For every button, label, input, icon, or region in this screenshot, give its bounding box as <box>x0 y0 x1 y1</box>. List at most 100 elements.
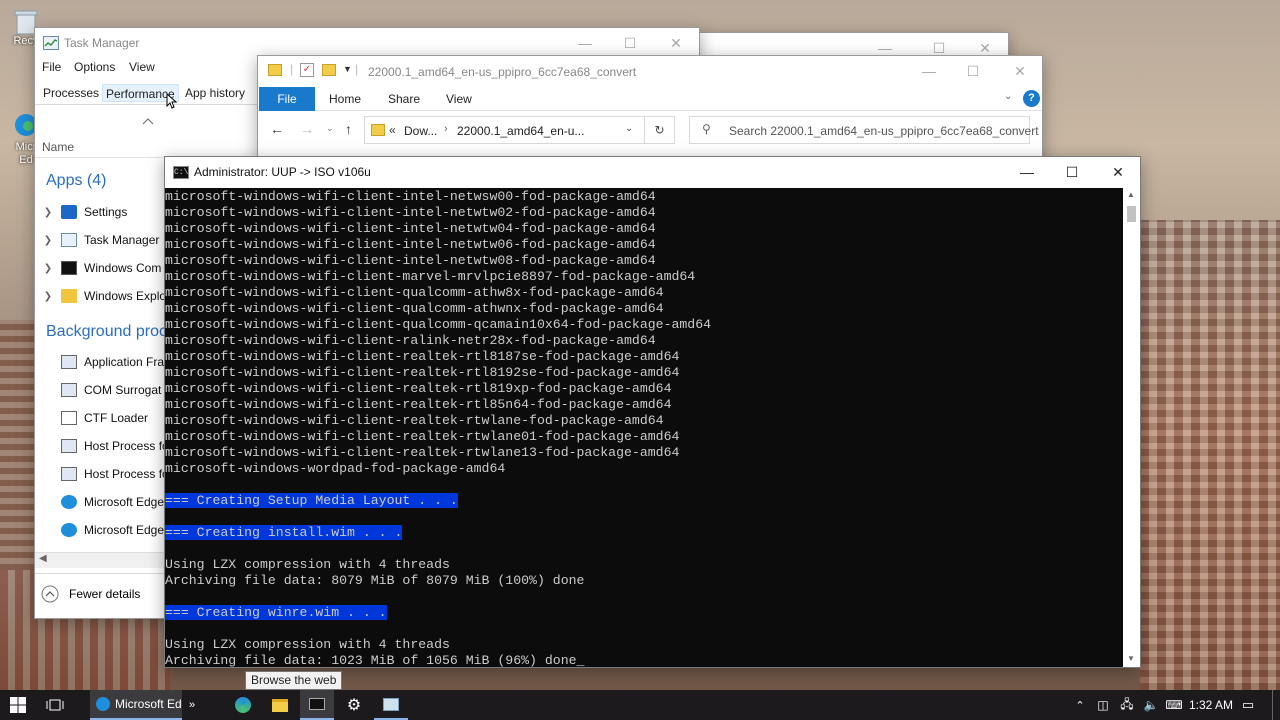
up-arrow-icon[interactable]: ↑ <box>345 121 352 137</box>
expand-chevron-icon[interactable]: ❯ <box>35 291 61 302</box>
process-row[interactable]: ❯ Task Manager <box>35 226 175 254</box>
process-name: Windows Com <box>84 261 162 275</box>
task-manager-icon <box>61 233 77 247</box>
tab-app-history[interactable]: App history <box>182 84 248 102</box>
process-row[interactable]: ❯ Windows Com <box>35 254 175 282</box>
back-arrow-icon[interactable]: ← <box>270 121 284 137</box>
close-button[interactable]: ✕ <box>997 56 1042 86</box>
process-name: Application Fra <box>84 355 165 369</box>
cmd-titlebar[interactable]: C:\ Administrator: UUP -> ISO v106u — ☐ … <box>165 157 1140 188</box>
minimize-button[interactable]: — <box>1004 157 1050 187</box>
console-line: microsoft-windows-wifi-client-intel-netw… <box>165 237 656 252</box>
process-row[interactable]: Microsoft Edge <box>35 488 175 516</box>
maximize-button[interactable]: ☐ <box>1049 157 1095 187</box>
fewer-details-button[interactable]: Fewer details <box>41 585 140 603</box>
address-bar[interactable]: « Dow... › 22000.1_amd64_en-u... ⌄ <box>364 116 645 144</box>
ribbon-tab-view[interactable]: View <box>446 92 472 106</box>
process-row[interactable]: Host Process fo <box>35 432 175 460</box>
forward-arrow-icon[interactable]: → <box>300 121 314 137</box>
quick-access-dropdown-icon[interactable]: ▼ <box>343 64 352 74</box>
network-icon[interactable]: 🖧 <box>1116 690 1138 720</box>
process-row[interactable]: ❯ Windows Explo <box>35 282 175 310</box>
address-row: ← → ⌄ ↑ « Dow... › 22000.1_amd64_en-u...… <box>258 112 1042 150</box>
properties-checkbox-icon[interactable]: ✓ <box>300 63 314 77</box>
background-group-header: Background proc <box>46 323 167 340</box>
expand-chevron-icon[interactable]: ❯ <box>35 207 61 218</box>
search-box[interactable]: ⚲ Search 22000.1_amd64_en-us_ppipro_6cc7… <box>689 116 1039 144</box>
refresh-button[interactable]: ↻ <box>645 116 675 144</box>
close-button[interactable]: ✕ <box>653 28 699 58</box>
fewer-details-label: Fewer details <box>69 587 141 601</box>
sort-chevron-up-icon[interactable] <box>142 117 154 125</box>
breadcrumb-parent[interactable]: Dow... <box>404 124 437 138</box>
taskbar-settings[interactable]: ⚙ <box>337 690 371 720</box>
expand-chevron-icon[interactable]: ❯ <box>35 263 61 274</box>
console-output[interactable]: microsoft-windows-wifi-client-intel-netw… <box>165 188 1125 667</box>
console-line: microsoft-windows-wifi-client-intel-netw… <box>165 205 656 220</box>
horizontal-scrollbar[interactable]: ◀ <box>35 552 175 568</box>
console-line: Using LZX compression with 4 threads <box>165 557 450 572</box>
chevron-right-icon[interactable]: » <box>183 690 201 720</box>
show-desktop-button[interactable] <box>1272 690 1280 720</box>
command-prompt-icon <box>61 261 77 275</box>
process-name: Windows Explo <box>84 289 167 303</box>
process-row[interactable]: ❯ Settings <box>35 198 175 226</box>
column-header-name[interactable]: Name <box>42 140 74 154</box>
console-line: microsoft-windows-wifi-client-realtek-rt… <box>165 429 680 444</box>
command-prompt-window[interactable]: C:\ Administrator: UUP -> ISO v106u — ☐ … <box>164 156 1141 668</box>
close-button[interactable]: ✕ <box>1095 157 1140 187</box>
task-view-button[interactable] <box>38 690 72 720</box>
process-row[interactable]: COM Surrogat <box>35 376 175 404</box>
chevron-up-circle-icon <box>41 585 59 603</box>
show-hidden-icons-chevron-icon[interactable]: ⌃ <box>1070 690 1090 720</box>
breadcrumb-current[interactable]: 22000.1_amd64_en-u... <box>457 124 584 138</box>
process-row[interactable]: Application Fra <box>35 348 175 376</box>
console-line: microsoft-windows-wordpad-fod-package-am… <box>165 461 506 476</box>
ribbon-tab-file[interactable]: File <box>259 87 315 111</box>
vertical-scrollbar[interactable]: ▲ ▼ <box>1123 188 1140 667</box>
scroll-up-icon[interactable]: ▲ <box>1127 190 1135 199</box>
maximize-button[interactable]: ☐ <box>607 28 653 58</box>
volume-icon[interactable]: 🔈 <box>1140 690 1162 720</box>
app-frame-icon <box>61 355 77 369</box>
app-frame-icon <box>61 467 77 481</box>
task-manager-icon <box>383 697 399 711</box>
tab-processes[interactable]: Processes <box>40 84 102 102</box>
ribbon-tab-home[interactable]: Home <box>329 92 361 106</box>
scroll-down-icon[interactable]: ▼ <box>1127 654 1135 663</box>
clock[interactable]: 1:32 AM <box>1188 690 1234 720</box>
start-button[interactable] <box>0 690 36 720</box>
task-view-icon <box>46 699 64 711</box>
action-center-icon[interactable]: ▭ <box>1236 690 1260 720</box>
expand-chevron-icon[interactable]: ❯ <box>35 235 61 246</box>
console-line: microsoft-windows-wifi-client-realtek-rt… <box>165 365 680 380</box>
menu-file[interactable]: File <box>42 60 61 74</box>
taskbar-edge-label: Microsoft Ed <box>115 697 182 711</box>
scrollbar-thumb[interactable] <box>1127 206 1136 222</box>
minimize-button[interactable]: — <box>562 28 608 58</box>
ribbon-expand-chevron-icon[interactable]: ⌄ <box>1004 91 1012 102</box>
process-row[interactable]: Microsoft Edge <box>35 516 175 544</box>
taskbar-edge-pinned[interactable] <box>226 690 260 720</box>
tray-camera-icon[interactable]: ◫ <box>1092 690 1114 720</box>
scroll-left-icon[interactable]: ◀ <box>39 553 47 564</box>
taskbar-edge-button[interactable]: Microsoft Ed <box>90 690 182 720</box>
process-row[interactable]: Host Process fo <box>35 460 175 488</box>
maximize-button[interactable]: ☐ <box>950 56 996 86</box>
ribbon-tab-share[interactable]: Share <box>388 92 420 106</box>
help-icon[interactable]: ? <box>1023 90 1040 107</box>
new-folder-icon[interactable] <box>322 64 336 76</box>
taskbar-task-manager[interactable] <box>374 690 408 720</box>
minimize-button[interactable]: — <box>906 56 952 86</box>
console-line: microsoft-windows-wifi-client-intel-netw… <box>165 221 656 236</box>
taskbar-file-explorer[interactable] <box>263 690 297 720</box>
process-row[interactable]: CTF Loader <box>35 404 175 432</box>
taskbar-command-prompt[interactable] <box>300 690 334 720</box>
address-dropdown-icon[interactable]: ⌄ <box>625 123 633 134</box>
recent-locations-chevron-icon[interactable]: ⌄ <box>326 123 334 134</box>
menu-options[interactable]: Options <box>74 60 115 74</box>
console-line: microsoft-windows-wifi-client-realtek-rt… <box>165 349 680 364</box>
language-icon[interactable]: ⌨ <box>1162 690 1186 720</box>
menu-view[interactable]: View <box>129 60 155 74</box>
